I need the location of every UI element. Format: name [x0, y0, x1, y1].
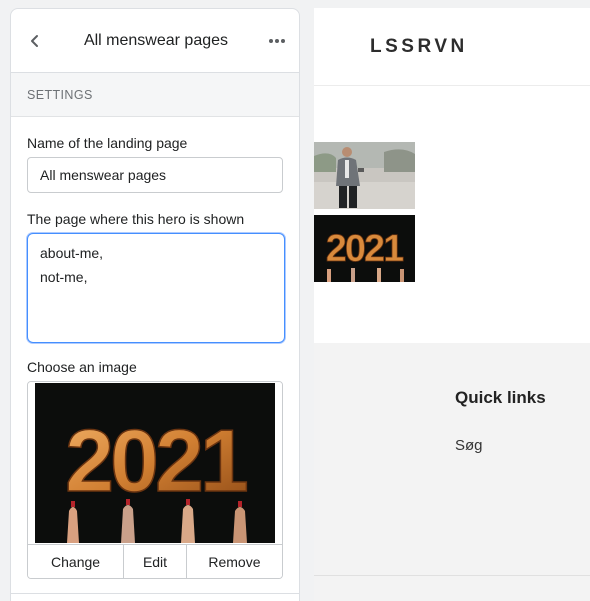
landing-page-name-input[interactable]	[27, 157, 283, 193]
image-field: Choose an image 2021 Change Edit Remove	[11, 359, 299, 579]
image-preview: 2021	[28, 382, 282, 544]
hero-pages-field: The page where this hero is shown about-…	[11, 211, 299, 343]
footer-link-search[interactable]: Søg	[455, 437, 483, 454]
back-button[interactable]	[25, 31, 45, 51]
change-image-button[interactable]: Change	[28, 545, 124, 578]
settings-panel: All menswear pages SETTINGS Name of the …	[10, 8, 300, 601]
quick-links-title: Quick links	[455, 388, 546, 407]
man-in-suit-thumbnail	[314, 142, 415, 209]
panel-header: All menswear pages	[11, 9, 299, 73]
store-logo[interactable]: LSSRVN	[370, 36, 468, 58]
panel-divider	[11, 593, 299, 594]
footer-divider	[314, 575, 590, 576]
hero-pages-label: The page where this hero is shown	[27, 211, 245, 227]
balloons-2021-image: 2021	[35, 383, 275, 543]
image-picker: 2021 Change Edit Remove	[27, 381, 283, 579]
hero-pages-textarea[interactable]: about-me, not-me,	[27, 233, 285, 343]
image-field-label: Choose an image	[27, 359, 137, 375]
chevron-left-icon	[31, 34, 38, 47]
thumbnail-balloon-numbers: 2021	[326, 228, 404, 270]
landing-page-name-label: Name of the landing page	[27, 135, 188, 151]
image-actions: Change Edit Remove	[28, 544, 282, 578]
store-footer: Quick links Søg	[314, 343, 590, 601]
panel-title: All menswear pages	[83, 31, 229, 49]
settings-section-heading: SETTINGS	[11, 73, 299, 117]
remove-image-button[interactable]: Remove	[185, 545, 282, 578]
store-header: LSSRVN	[314, 8, 590, 86]
horizontal-dots-icon	[269, 38, 285, 43]
more-actions-button[interactable]	[267, 31, 287, 51]
balloons-2021-thumbnail: 2021	[314, 215, 415, 282]
landing-page-name-field: Name of the landing page	[11, 135, 299, 193]
edit-image-button[interactable]: Edit	[123, 545, 186, 578]
store-preview: LSSRVN 2021 Quick links Søg	[314, 8, 590, 601]
balloon-numbers: 2021	[65, 411, 247, 510]
